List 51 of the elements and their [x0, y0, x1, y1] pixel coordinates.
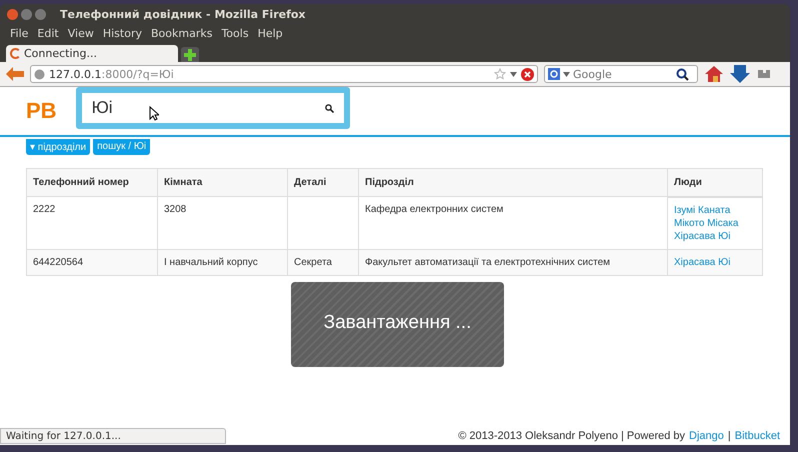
menu-item[interactable]: Bookmarks	[150, 26, 212, 40]
table-cell: 3208	[158, 196, 288, 249]
table-cell: 2222	[26, 196, 158, 249]
web-search-field[interactable]: Google	[544, 65, 698, 83]
plus-icon	[184, 48, 196, 60]
search-engine-icon[interactable]	[548, 68, 560, 80]
table-cell: 644220564	[26, 249, 158, 276]
menu-item[interactable]: Edit	[37, 26, 59, 40]
table-cell: І навчальний корпус	[158, 249, 288, 276]
menu-item[interactable]: File	[10, 26, 28, 40]
browser-tab[interactable]: Connecting...	[6, 45, 178, 62]
stop-icon[interactable]	[521, 68, 534, 80]
column-header: Підрозділ	[358, 168, 668, 196]
maximize-icon[interactable]	[35, 8, 46, 20]
minimize-icon[interactable]	[21, 8, 32, 20]
loading-overlay: Завантаження ...	[291, 282, 504, 367]
address-bar[interactable]: 127.0.0.1:8000/?q=Юі	[30, 65, 538, 83]
footer-link[interactable]: Bitbucket	[734, 430, 780, 442]
window-title: Телефонний довідник - Mozilla Firefox	[60, 8, 306, 20]
person-link[interactable]: Мікото Місака	[674, 218, 756, 229]
search-icon[interactable]	[676, 68, 689, 80]
table-cell: Факультет автоматизації та електротехнічних систем	[358, 249, 668, 276]
footer-text: © 2013-2013 Oleksandr Polyeno | Powered by	[458, 430, 686, 442]
column-header: Люди	[668, 168, 762, 196]
new-tab-button[interactable]	[181, 47, 199, 62]
column-header: Кімната	[158, 168, 288, 196]
mouse-cursor-icon	[149, 106, 159, 121]
download-arrow-icon[interactable]	[730, 65, 750, 83]
table-cell: Секрета	[294, 256, 332, 268]
home-icon[interactable]	[704, 65, 724, 83]
table-cell: Кафедра електронних систем	[358, 196, 668, 249]
close-icon[interactable]	[7, 8, 18, 20]
column-header: Телефонний номер	[26, 168, 158, 196]
star-icon[interactable]	[494, 68, 506, 80]
menu-item[interactable]: View	[68, 26, 94, 40]
back-arrow-icon[interactable]	[6, 67, 24, 81]
menu-item[interactable]: Tools	[221, 26, 249, 40]
search-icon[interactable]	[324, 104, 334, 112]
column-header: Деталі	[288, 168, 358, 196]
globe-icon	[34, 68, 45, 80]
person-link[interactable]: Хірасава Юі	[674, 231, 756, 242]
person-link[interactable]: Ізумі Каната	[674, 205, 756, 216]
dropdown-icon[interactable]	[510, 72, 517, 76]
dropdown-icon[interactable]	[563, 72, 570, 76]
loading-icon	[10, 48, 21, 59]
menu-item[interactable]: History	[102, 26, 142, 40]
search-field[interactable]: Юі	[76, 87, 350, 129]
menu-item[interactable]: Help	[258, 26, 283, 40]
status-bar: Waiting for 127.0.0.1...	[0, 428, 226, 444]
separator: |	[728, 430, 731, 442]
footer-link[interactable]: Django	[689, 430, 724, 442]
